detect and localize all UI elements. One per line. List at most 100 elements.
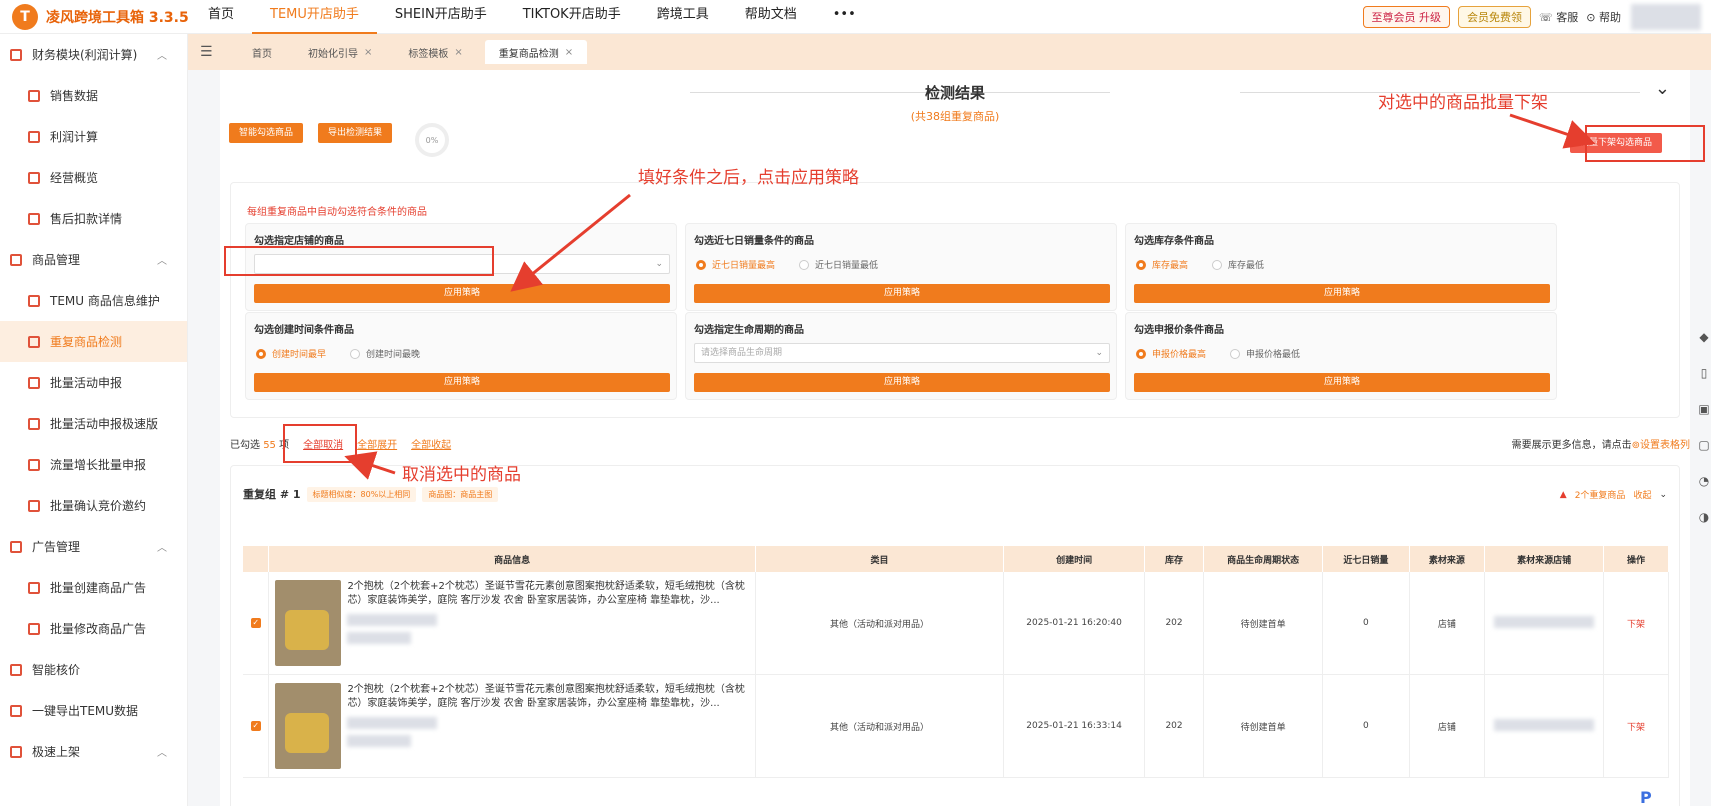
tab-0[interactable]: 首页 <box>238 40 286 64</box>
top-nav-item-4[interactable]: 跨境工具 <box>639 0 727 34</box>
top-nav-item-6[interactable]: ••• <box>815 0 874 34</box>
tab-1[interactable]: 初始化引导 × <box>294 40 386 64</box>
edge-icon-5[interactable]: ◔ <box>1699 474 1709 488</box>
sidebar-item-11[interactable]: 批量确认竞价邀约 <box>0 485 187 526</box>
selected-count: 55 <box>263 440 276 451</box>
sidebar-item-label: 批量创建商品广告 <box>50 581 147 595</box>
apply-strategy-button[interactable]: 应用策略 <box>694 284 1110 303</box>
strategy-card-title: 勾选申报价条件商品 <box>1134 325 1224 336</box>
apply-strategy-button[interactable]: 应用策略 <box>254 284 670 303</box>
help-link[interactable]: ⊙ 帮助 <box>1586 9 1621 25</box>
sidebar-item-6[interactable]: TEMU 商品信息维护 <box>0 280 187 321</box>
strategy-radio-option[interactable]: 近七日销量最高 <box>696 258 775 271</box>
sidebar-item-label: 批量修改商品广告 <box>50 622 147 636</box>
sidebar-item-14[interactable]: 批量修改商品广告 <box>0 608 187 649</box>
off-shelf-link[interactable]: 下架 <box>1627 723 1645 733</box>
close-icon[interactable]: × <box>364 47 372 58</box>
sidebar-item-13[interactable]: 批量创建商品广告 <box>0 567 187 608</box>
sidebar-item-label: 广告管理 <box>32 540 81 554</box>
close-icon[interactable]: × <box>454 47 462 58</box>
sidebar-item-9[interactable]: 批量活动申报极速版 <box>0 403 187 444</box>
top-nav-item-2[interactable]: SHEIN开店助手 <box>377 0 505 34</box>
group-fold-link[interactable]: 收起 <box>1633 488 1651 501</box>
user-avatar[interactable] <box>1631 4 1701 30</box>
sidebar-item-0[interactable]: 财务模块(利润计算) ︿ <box>0 34 187 75</box>
radio-label: 近七日销量最高 <box>712 261 776 271</box>
collapse-all-link[interactable]: 全部收起 <box>411 436 451 451</box>
strategy-select[interactable]: 请选择商品生命周期 ⌄ <box>694 343 1110 363</box>
radio-icon <box>1136 348 1146 359</box>
top-nav-item-5[interactable]: 帮助文档 <box>727 0 815 34</box>
strategy-radio-option[interactable]: 申报价格最低 <box>1230 347 1300 360</box>
sidebar-item-16[interactable]: 一键导出TEMU数据 <box>0 690 187 731</box>
edge-icon-6[interactable]: ◑ <box>1699 510 1709 524</box>
sidebar-item-4[interactable]: 售后扣款详情 <box>0 198 187 239</box>
close-icon[interactable]: × <box>565 47 573 58</box>
chevron-down-icon: ⌄ <box>655 259 663 269</box>
sidebar-item-icon <box>28 458 40 471</box>
top-nav-item-3[interactable]: TIKTOK开店助手 <box>505 0 639 34</box>
sidebar-item-7[interactable]: 重复商品检测 <box>0 321 187 362</box>
collapse-chevron-icon[interactable]: ⌄ <box>1655 78 1670 99</box>
sidebar-item-17[interactable]: 极速上架 ︿ <box>0 731 187 772</box>
tab-2[interactable]: 标签模板 × <box>394 40 476 64</box>
strategy-radio-option[interactable]: 库存最低 <box>1212 258 1264 271</box>
top-nav-item-1[interactable]: TEMU开店助手 <box>252 0 377 34</box>
stock-cell: 202 <box>1144 572 1205 675</box>
sidebar-item-10[interactable]: 流量增长批量申报 <box>0 444 187 485</box>
status-cell: 待创建首单 <box>1203 572 1324 675</box>
chevron-up-icon[interactable]: ︿ <box>157 744 167 759</box>
group-chevron-icon[interactable]: ⌄ <box>1659 490 1667 500</box>
floating-p-icon[interactable]: P <box>1640 788 1662 806</box>
apply-strategy-button[interactable]: 应用策略 <box>694 373 1110 392</box>
product-meta-blurred <box>347 735 412 747</box>
export-results-button[interactable]: 导出检测结果 <box>318 123 393 143</box>
sidebar-item-5[interactable]: 商品管理 ︿ <box>0 239 187 280</box>
sidebar-item-icon <box>10 704 22 717</box>
sidebar-item-8[interactable]: 批量活动申报 <box>0 362 187 403</box>
radio-label: 库存最高 <box>1152 261 1189 271</box>
radio-label: 近七日销量最低 <box>815 261 879 271</box>
row-checkbox-cell: ✓ <box>243 674 270 778</box>
chevron-up-icon[interactable]: ︿ <box>157 539 167 554</box>
apply-strategy-button[interactable]: 应用策略 <box>254 373 670 392</box>
strategy-radio-option[interactable]: 创建时间最晚 <box>350 347 420 360</box>
group-title-text: 重复组 # 1 <box>243 488 301 501</box>
product-title: 2个抱枕（2个枕套+2个枕芯）圣诞节雪花元素创意图案抱枕舒适柔软，短毛绒抱枕（含… <box>347 684 745 709</box>
tab-3[interactable]: 重复商品检测 × <box>484 40 588 64</box>
sidebar-item-3[interactable]: 经营概览 <box>0 157 187 198</box>
sidebar-item-2[interactable]: 利润计算 <box>0 116 187 157</box>
edge-icon-2[interactable]: ▯ <box>1701 366 1708 380</box>
edge-icon-1[interactable]: ◆ <box>1699 330 1708 344</box>
free-member-button[interactable]: 会员免费领 <box>1458 6 1532 28</box>
product-info-cell: 2个抱枕（2个枕套+2个枕芯）圣诞节雪花元素创意图案抱枕舒适柔软，短毛绒抱枕（含… <box>268 572 756 675</box>
menu-toggle-icon[interactable]: ☰ <box>200 44 230 60</box>
strategy-radio-option[interactable]: 创建时间最早 <box>256 347 326 360</box>
strategy-radio-option[interactable]: 申报价格最高 <box>1136 347 1206 360</box>
strategy-radio-option[interactable]: 近七日销量最低 <box>799 258 878 271</box>
top-nav-item-0[interactable]: 首页 <box>190 0 252 34</box>
sidebar-item-15[interactable]: 智能核价 <box>0 649 187 690</box>
edge-icon-4[interactable]: ▢ <box>1698 438 1709 452</box>
top-nav: 首页 TEMU开店助手 SHEIN开店助手 TIKTOK开店助手 跨境工具 帮助文档 ••• <box>190 0 874 34</box>
table-header-4: 库存 <box>1144 546 1205 572</box>
expand-all-link[interactable]: 全部展开 <box>357 436 397 451</box>
sidebar-item-1[interactable]: 销售数据 <box>0 75 187 116</box>
strategy-radio-option[interactable]: 库存最高 <box>1136 258 1188 271</box>
off-shelf-link[interactable]: 下架 <box>1627 620 1645 630</box>
table-row: ✓ 2个抱枕（2个枕套+2个枕芯）圣诞节雪花元素创意图案抱枕舒适柔软，短毛绒抱枕（… <box>243 674 1669 778</box>
row-checkbox[interactable]: ✓ <box>250 618 261 628</box>
row-checkbox[interactable]: ✓ <box>250 721 261 731</box>
app-logo[interactable]: T 凌风跨境工具箱 3.3.5 <box>0 3 190 30</box>
apply-strategy-button[interactable]: 应用策略 <box>1134 284 1550 303</box>
chevron-up-icon[interactable]: ︿ <box>157 47 167 62</box>
sidebar-item-12[interactable]: 广告管理 ︿ <box>0 526 187 567</box>
vip-upgrade-button[interactable]: 至尊会员 升级 <box>1362 6 1451 28</box>
sidebar-item-icon <box>10 663 22 676</box>
customer-service-link[interactable]: ☏ 客服 <box>1539 9 1578 25</box>
edge-icon-3[interactable]: ▣ <box>1698 402 1709 416</box>
chevron-up-icon[interactable]: ︿ <box>157 252 167 267</box>
apply-strategy-button[interactable]: 应用策略 <box>1134 373 1550 392</box>
table-columns-link[interactable]: ⊚设置表格列 <box>1632 440 1690 451</box>
smart-select-button[interactable]: 智能勾选商品 <box>229 123 304 143</box>
